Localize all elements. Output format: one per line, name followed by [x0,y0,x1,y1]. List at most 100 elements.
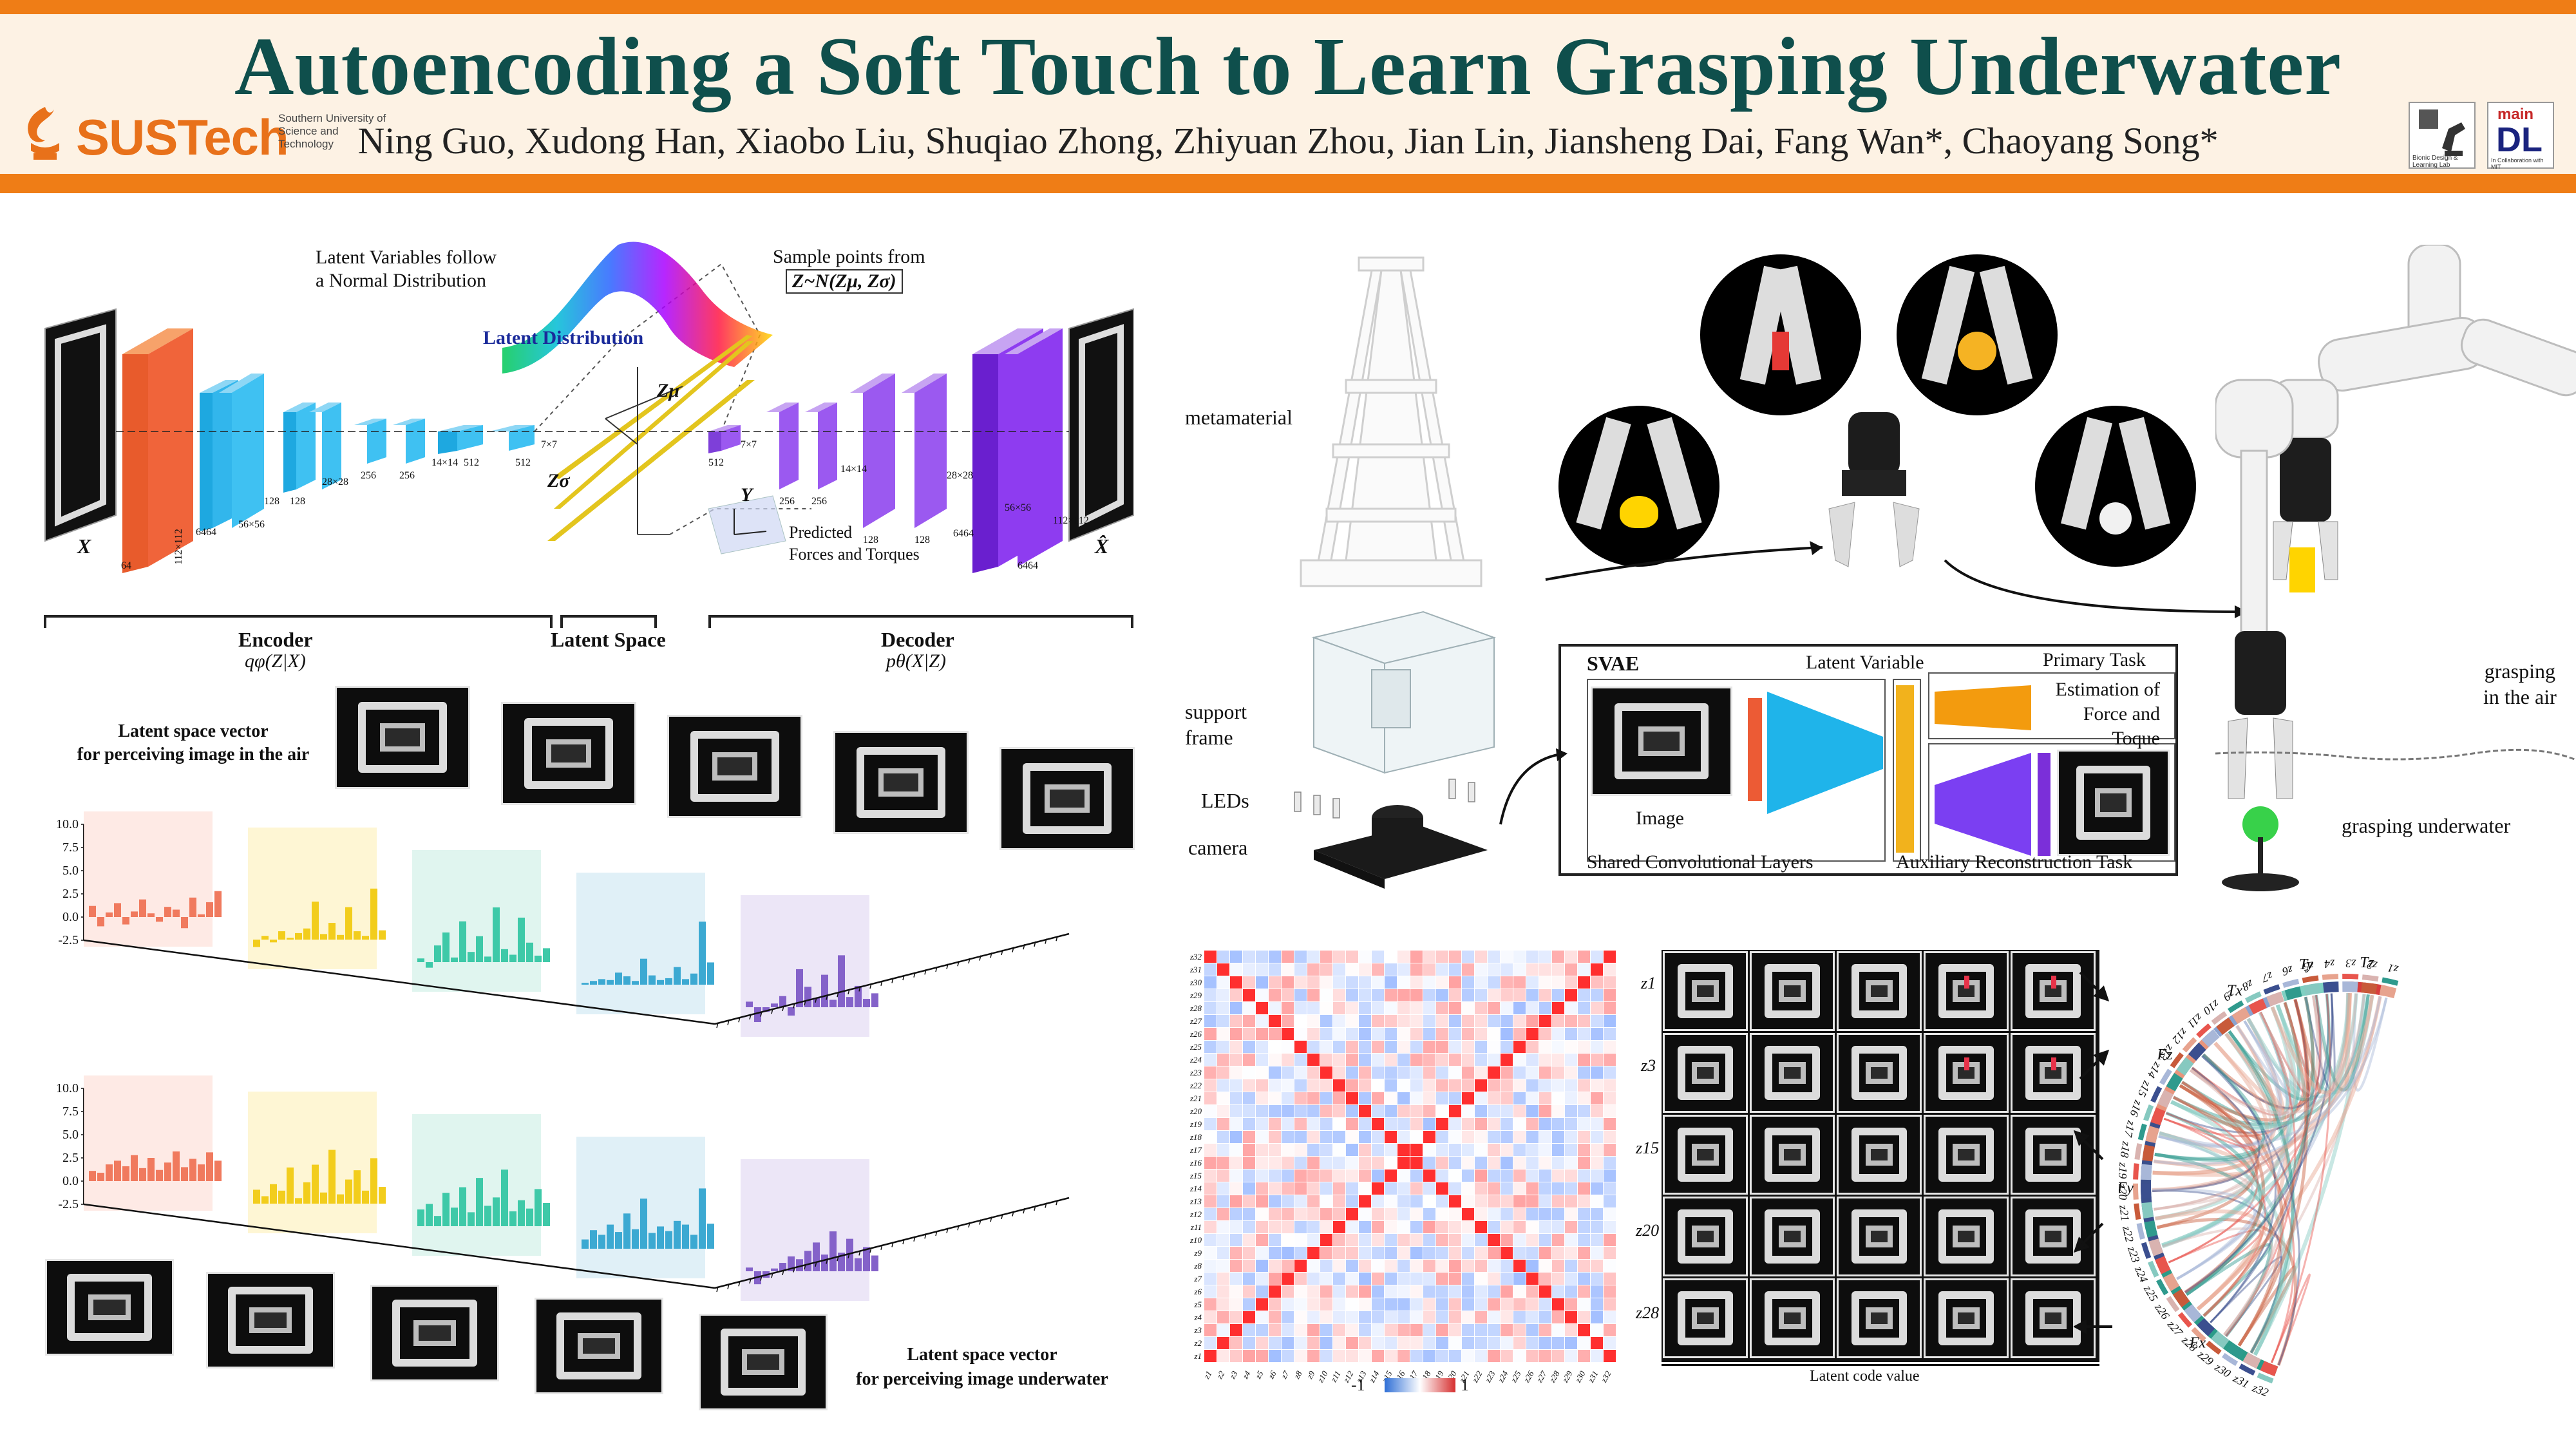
heatmap-cell [1488,1298,1500,1311]
heatmap-cell [1359,1208,1371,1220]
air-bar-3-7 [640,958,647,985]
heatmap-cell [1294,1182,1307,1195]
heatmap-cell [1346,1157,1358,1169]
air-bar-0-3 [114,903,121,917]
heatmap-cell [1385,1131,1397,1143]
heatmap-cell [1359,1157,1371,1169]
heatmap-cell [1565,1144,1577,1156]
air-bar-2-13 [526,942,533,962]
heatmap-cell [1320,1028,1332,1040]
heatmap-cell [1591,1234,1603,1246]
heatmap-cell [1397,1028,1410,1040]
water-bar-0-8 [156,1170,163,1181]
heatmap-cell [1359,1260,1371,1272]
heatmap-cell [1282,1324,1294,1336]
bionic-lab-text: Bionic Design & Learning Lab [2412,155,2458,169]
heatmap-cell [1565,1079,1577,1092]
heatmap-cell [1359,1105,1371,1117]
heatmap-cell [1385,1028,1397,1040]
heatmap-cell [1256,1041,1268,1053]
heatmap-cell [1552,1170,1564,1182]
heatmap-cell [1269,1182,1281,1195]
metamaterial-drawing [1300,256,1482,587]
chord-bottom-arc-12 [2141,1183,2152,1200]
heatmap-cell [1526,1247,1539,1259]
heatmap-cell [1256,989,1268,1001]
heatmap-row-label: z17 [1189,1145,1202,1155]
heatmap-cell [1294,1195,1307,1208]
heatmap-cell [1410,1311,1423,1323]
water-ytick-0: 10.0 [56,1081,79,1095]
heatmap-cell [1204,1092,1217,1104]
heatmap-cell [1526,1066,1539,1079]
water-image-5 [699,1314,828,1410]
heatmap-cell [1423,1157,1435,1169]
heatmap-cell [1256,1002,1268,1014]
heatmap-cell [1513,1079,1526,1092]
air-bar-0-13 [198,914,205,917]
heatmap-cell [1359,1234,1371,1246]
heatmap-cell [1552,963,1564,976]
air-series-panel-1 [248,828,377,969]
heatmap-cell [1501,1144,1513,1156]
heatmap-cell [1372,1234,1384,1246]
heatmap-cell [1256,1247,1268,1259]
heatmap-cell [1475,989,1487,1001]
heatmap-cell [1217,1105,1229,1117]
heatmap-cell [1488,1131,1500,1143]
heatmap-cell [1307,1182,1320,1195]
heatmap-cell [1385,1079,1397,1092]
heatmap-cell [1385,1015,1397,1027]
heatmap-cell [1204,1079,1217,1092]
heatmap-cell [1372,1079,1384,1092]
heatmap-cell [1385,1247,1397,1259]
heatmap-cell [1539,1092,1551,1104]
heatmap-cell [1320,1041,1332,1053]
heatmap-cell [1333,976,1345,989]
heatmap-cell [1385,1092,1397,1104]
air-bar-3-5 [623,976,630,985]
heatmap-cell [1475,1195,1487,1208]
heatmap-cell [1449,1285,1461,1298]
heatmap-cell [1501,1131,1513,1143]
heatmap-cell [1333,1260,1345,1272]
heatmap-cell [1320,1195,1332,1208]
heatmap-cell [1565,1105,1577,1117]
heatmap-cell [1346,1105,1358,1117]
heatmap-cell [1591,1337,1603,1349]
traversal-cell [1924,1115,2009,1195]
heatmap-cell [1513,1131,1526,1143]
heatmap-cell [1591,1041,1603,1053]
heatmap-cell [1462,1221,1474,1233]
heatmap-cell [1243,1054,1255,1066]
heatmap-cell [1410,1015,1423,1027]
traversal-cell [1837,1278,1922,1358]
heatmap-cell [1462,1337,1474,1349]
heatmap-cell [1410,1157,1423,1169]
heatmap-cell [1436,1170,1448,1182]
heatmap-cell [1307,976,1320,989]
heatmap-cell [1217,1337,1229,1349]
heatmap-cell [1513,1157,1526,1169]
heatmap-cell [1230,1170,1242,1182]
heatmap-cell [1578,1195,1590,1208]
heatmap-cell [1230,1105,1242,1117]
dec-dim-256b: 256 [811,496,827,507]
heatmap-cell [1552,1221,1564,1233]
heatmap-cell [1475,1311,1487,1323]
heatmap-cell [1591,1182,1603,1195]
heatmap-cell [1462,1298,1474,1311]
heatmap-cell [1359,1131,1371,1143]
heatmap-cell [1552,1002,1564,1014]
decoder-trapezoid [1935,753,2031,856]
air-bar-1-2 [270,940,277,943]
heatmap-cell [1385,1105,1397,1117]
heatmap-cell [1230,951,1242,963]
air-bar-4-12 [846,997,853,1007]
heatmap-cell [1552,1208,1564,1220]
sustech-logo: SUSTech Southern University of Science a… [19,103,386,167]
heatmap-cell [1256,1298,1268,1311]
heatmap-cell [1423,1144,1435,1156]
heatmap-cell [1346,951,1358,963]
heatmap-cell [1217,1157,1229,1169]
